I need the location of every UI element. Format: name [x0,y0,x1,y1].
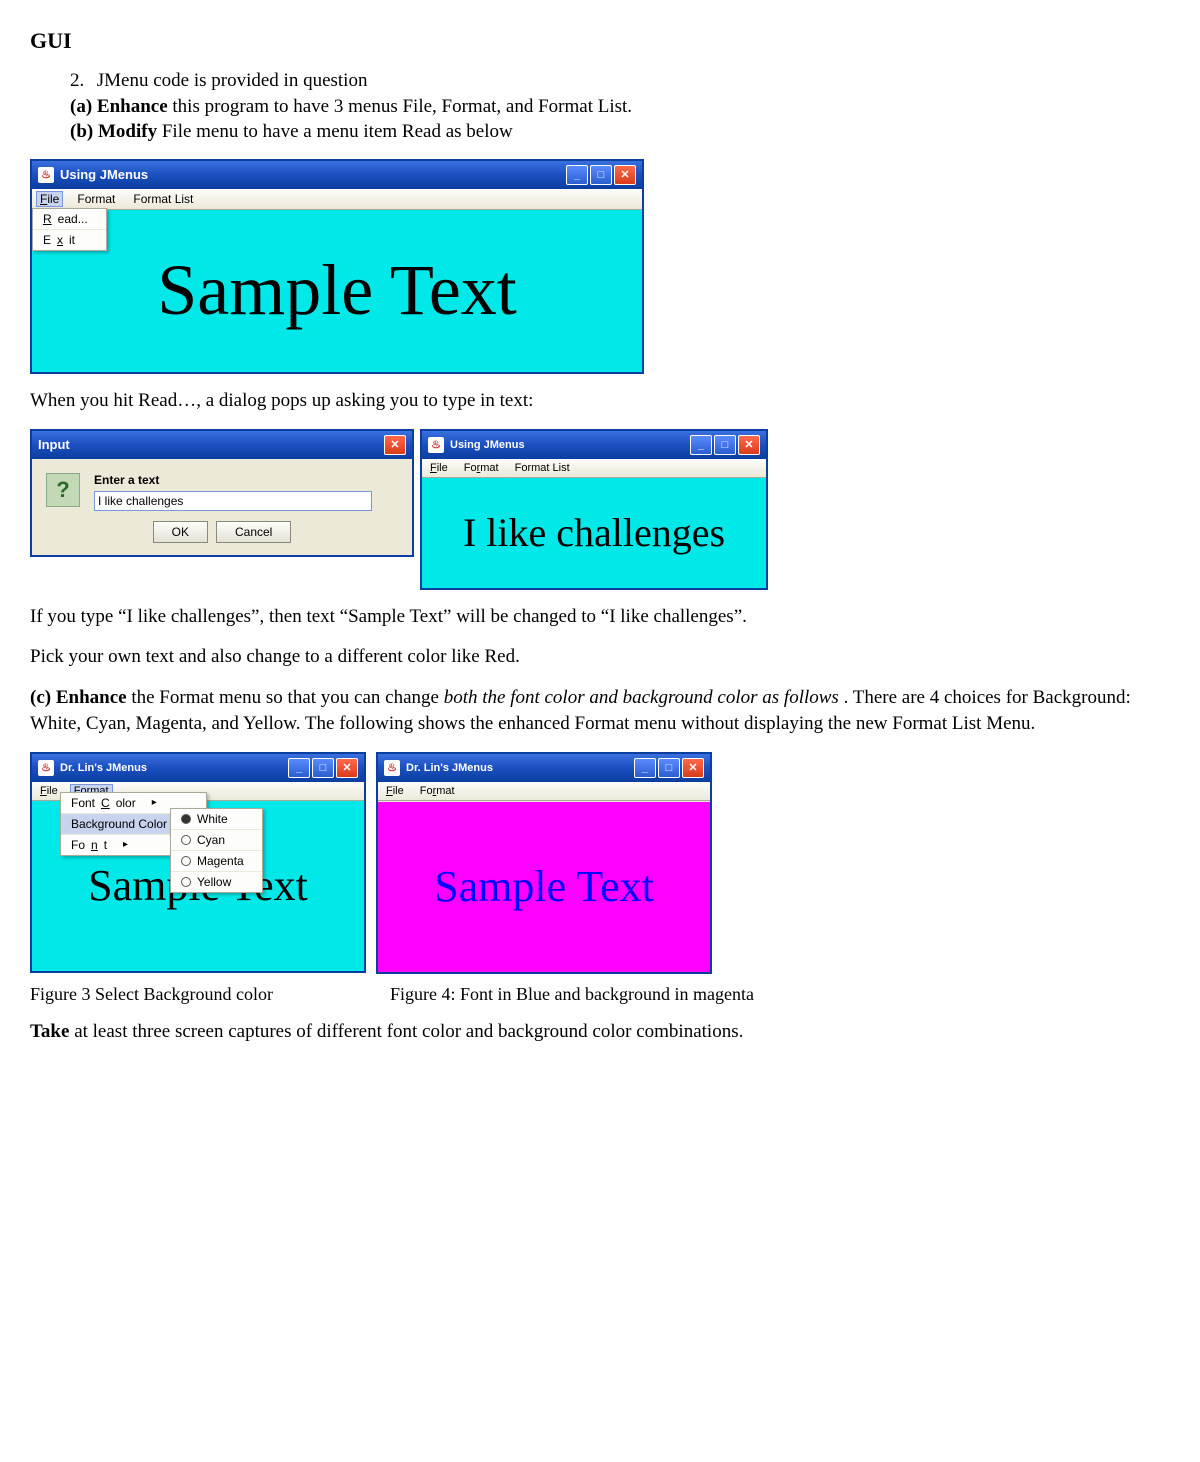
radio-icon [181,835,191,845]
take-verb: Take [30,1021,69,1042]
take-line: Take at least three screen captures of d… [30,1019,1170,1046]
close-button[interactable]: ✕ [738,435,760,455]
radio-icon [181,856,191,866]
titlebar[interactable]: ♨ Using JMenus _ □ ✕ [422,431,766,459]
bg-option-white[interactable]: White [171,809,262,830]
menu-file[interactable]: FileFile [382,784,408,798]
java-icon: ♨ [38,167,54,183]
part-a-verb: Enhance [97,96,168,117]
close-button[interactable]: ✕ [614,165,636,185]
window-using-jmenus-1: ♨ Using JMenus _ □ ✕ FFileile Format For… [30,159,644,374]
window-title: Dr. Lin's JMenus [60,762,147,774]
window-title: Using JMenus [450,439,525,451]
menu-file[interactable]: FileFile [426,461,452,475]
java-icon: ♨ [428,437,444,453]
titlebar[interactable]: ♨ Dr. Lin's JMenus _ □ ✕ [378,754,710,782]
list-text: JMenu code is provided in question [97,70,368,91]
radio-icon [181,814,191,824]
minimize-button[interactable]: _ [288,758,310,778]
maximize-button[interactable]: □ [590,165,612,185]
dialog-text-input[interactable] [94,491,372,511]
dialog-title: Input [38,437,70,452]
part-a-rest: this program to have 3 menus File, Forma… [172,96,632,117]
screenshot-3a: ♨ Dr. Lin's JMenus _ □ ✕ FileFile Format… [30,752,366,973]
cancel-button[interactable]: Cancel [216,521,291,543]
menu-item-read[interactable]: Read...Read... [33,209,106,230]
content-text: I like challenges [463,509,725,556]
menu-item-exit[interactable]: ExitExit [33,230,106,250]
close-button[interactable]: ✕ [336,758,358,778]
screenshot-1: ♨ Using JMenus _ □ ✕ FFileile Format For… [30,159,1170,374]
window-title: Dr. Lin's JMenus [406,762,493,774]
window-drlin-2: ♨ Dr. Lin's JMenus _ □ ✕ FileFile Format… [376,752,712,974]
part-b-verb: Modify [98,121,157,142]
list-block: 2. JMenu code is provided in question (a… [70,68,1170,145]
maximize-button[interactable]: □ [714,435,736,455]
part-c-verb: Enhance [56,687,127,708]
sample-text-label: Sample Text [157,249,517,332]
list-item-2: 2. JMenu code is provided in question [70,68,1170,94]
menu-format[interactable]: FormatFormat [416,784,459,798]
screenshot-row-2: Input ✕ ? Enter a text OK Cancel ♨ Using… [30,429,1170,590]
file-dropdown: Read...Read... ExitExit [32,208,107,251]
list-item-b: (b) Modify File menu to have a menu item… [70,119,1170,145]
bgcolor-submenu: White Cyan Magenta Yellow [170,808,263,893]
window-title: Using JMenus [60,167,148,182]
content-area: I like challenges [422,478,766,588]
list-item-a: (a) Enhance this program to have 3 menus… [70,94,1170,120]
menu-format[interactable]: Format [73,191,119,207]
page-heading: GUI [30,28,1170,54]
part-c-rest1: the Format menu so that you can change [131,687,443,708]
minimize-button[interactable]: _ [690,435,712,455]
part-b-label: (b) [70,121,93,142]
content-area: Sample Text [32,210,642,372]
maximize-button[interactable]: □ [312,758,334,778]
minimize-button[interactable]: _ [634,758,656,778]
figure-4-caption: Figure 4: Font in Blue and background in… [390,984,754,1005]
paragraph-read-dialog: When you hit Read…, a dialog pops up ask… [30,388,1170,415]
paragraph-pick-color: Pick your own text and also change to a … [30,644,1170,671]
menu-format-list[interactable]: Format List [511,461,574,475]
close-button[interactable]: ✕ [682,758,704,778]
bg-option-magenta[interactable]: Magenta [171,851,262,872]
menubar: FFileile Format Format List [32,189,642,210]
ok-button[interactable]: OK [153,521,208,543]
sample-text-label: Sample Text [434,861,654,912]
content-area: Sample Text [378,802,710,972]
java-icon: ♨ [38,760,54,776]
dialog-titlebar[interactable]: Input ✕ [32,431,412,459]
window-using-jmenus-2: ♨ Using JMenus _ □ ✕ FileFile FormatForm… [420,429,768,590]
figure-3-caption: Figure 3 Select Background color [30,984,350,1005]
take-rest: at least three screen captures of differ… [74,1021,743,1042]
dialog-prompt: Enter a text [94,473,372,487]
titlebar[interactable]: ♨ Using JMenus _ □ ✕ [32,161,642,189]
menu-format[interactable]: FormatFormat [460,461,503,475]
screenshot-row-3: ♨ Dr. Lin's JMenus _ □ ✕ FileFile Format… [30,752,1170,974]
minimize-button[interactable]: _ [566,165,588,185]
bg-option-cyan[interactable]: Cyan [171,830,262,851]
maximize-button[interactable]: □ [658,758,680,778]
part-c-label: (c) [30,687,51,708]
screenshot-2b: ♨ Using JMenus _ □ ✕ FileFile FormatForm… [420,429,768,590]
menu-file[interactable]: FileFile [36,784,62,798]
part-b-rest: File menu to have a menu item Read as be… [162,121,513,142]
dialog-close-button[interactable]: ✕ [384,435,406,455]
paragraph-after-input: If you type “I like challenges”, then te… [30,604,1170,631]
part-c-italic: both the font color and background color… [444,687,839,708]
list-number: 2. [70,68,92,94]
part-a-label: (a) [70,96,92,117]
menu-file[interactable]: FFileile [36,191,63,207]
bg-option-yellow[interactable]: Yellow [171,872,262,892]
figure-captions: Figure 3 Select Background color Figure … [30,984,1170,1005]
radio-icon [181,877,191,887]
input-dialog: Input ✕ ? Enter a text OK Cancel [30,429,414,557]
menubar: FileFile FormatFormat Format List [422,459,766,478]
question-icon: ? [46,473,80,507]
screenshot-3b: ♨ Dr. Lin's JMenus _ □ ✕ FileFile Format… [376,752,712,974]
titlebar[interactable]: ♨ Dr. Lin's JMenus _ □ ✕ [32,754,364,782]
menubar: FileFile FormatFormat [378,782,710,801]
menu-format-list[interactable]: Format List [129,191,197,207]
part-c: (c) Enhance the Format menu so that you … [30,685,1170,738]
java-icon: ♨ [384,760,400,776]
